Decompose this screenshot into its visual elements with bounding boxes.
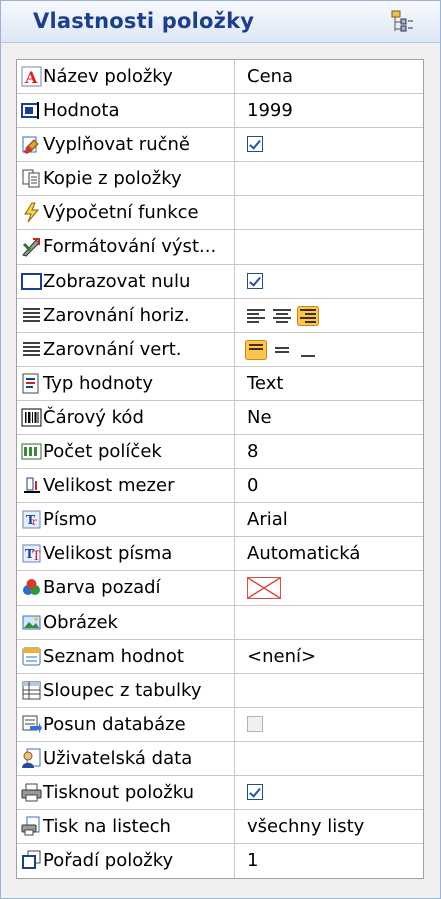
- property-row-pocet-policek[interactable]: Počet políček 8: [17, 435, 423, 470]
- value-text[interactable]: Automatická: [247, 543, 360, 564]
- checkbox[interactable]: [247, 783, 263, 800]
- function-lightning-icon: [24, 202, 40, 223]
- font-size-icon: TT: [22, 544, 41, 564]
- cells-count-icon: [21, 443, 42, 460]
- property-row-sloupec[interactable]: Sloupec z tabulky: [17, 673, 423, 708]
- property-row-formatovani[interactable]: Formátování výst...: [17, 230, 423, 265]
- no-color-swatch[interactable]: [247, 577, 281, 600]
- align-bottom-icon[interactable]: [297, 340, 319, 360]
- property-row-nula[interactable]: Zobrazovat nulu: [17, 264, 423, 299]
- align-justify-icon: [23, 307, 40, 322]
- printer-icon: [21, 783, 42, 802]
- text-a-icon: A: [21, 66, 42, 87]
- tree-view-icon[interactable]: [389, 9, 415, 35]
- font-icon: Tr: [22, 510, 41, 529]
- print-pages-icon: [21, 816, 40, 836]
- database-move-icon: [22, 715, 42, 733]
- property-row-tisk-na-listech[interactable]: Tisk na listech všechny listy: [17, 810, 423, 845]
- property-grid: A Název položky Cena Hodnota 1999 Vyplňov…: [16, 59, 424, 880]
- property-row-tisknout[interactable]: Tisknout položku: [17, 775, 423, 811]
- value-text[interactable]: 1999: [247, 100, 293, 121]
- color-palette-icon: [23, 579, 40, 596]
- property-row-poradi[interactable]: Pořadí položky 1: [17, 844, 423, 879]
- property-row-uzivatelska-data[interactable]: Uživatelská data: [17, 741, 423, 776]
- value-text[interactable]: 8: [247, 441, 258, 462]
- copy-document-icon: [22, 169, 40, 188]
- property-row-hodnota[interactable]: Hodnota 1999: [17, 94, 423, 129]
- align-top-icon[interactable]: [245, 339, 267, 360]
- property-row-kopie[interactable]: Kopie z položky: [17, 162, 423, 197]
- field-value-icon: [21, 102, 39, 120]
- property-row-typ[interactable]: Typ hodnoty Text: [17, 366, 423, 401]
- value-text[interactable]: Ne: [247, 407, 272, 428]
- align-middle-icon[interactable]: [271, 340, 293, 360]
- checkbox[interactable]: [247, 272, 263, 289]
- value-text[interactable]: Cena: [247, 66, 293, 87]
- property-row-obrazek[interactable]: Obrázek: [17, 605, 423, 640]
- align-center-icon[interactable]: [271, 306, 293, 326]
- properties-panel: Vlastnosti položky A Název položky Cena H…: [0, 0, 441, 899]
- spacing-icon: [24, 477, 40, 494]
- property-row-carovy-kod[interactable]: Čárový kód Ne: [17, 400, 423, 436]
- value-text[interactable]: Arial: [247, 509, 288, 530]
- property-row-vyplnovat[interactable]: Vyplňovat ručně: [17, 128, 423, 163]
- value-text[interactable]: 1: [247, 850, 258, 871]
- align-justify-icon: [23, 342, 40, 356]
- table-column-icon: [22, 681, 41, 700]
- property-row-barva-pozadi[interactable]: Barva pozadí: [17, 571, 423, 606]
- value-text[interactable]: 0: [247, 475, 258, 496]
- value-type-icon: [22, 373, 39, 394]
- barcode-icon: [21, 408, 42, 427]
- property-row-vypocetni[interactable]: Výpočetní funkce: [17, 196, 423, 231]
- property-row-zarovnani-vert[interactable]: Zarovnání vert.: [17, 332, 423, 367]
- user-data-icon: [22, 748, 41, 768]
- align-right-icon[interactable]: [297, 305, 319, 326]
- hand-edit-icon: [22, 136, 39, 155]
- property-row-pismo[interactable]: Tr Písmo Arial: [17, 503, 423, 538]
- value-text[interactable]: <není>: [247, 646, 316, 667]
- checkbox[interactable]: [247, 136, 263, 153]
- empty-frame-icon: [21, 272, 42, 290]
- property-row-seznam-hodnot[interactable]: Seznam hodnot <není>: [17, 639, 423, 674]
- property-row-velikost-pisma[interactable]: T T Velikost písma Automatická: [17, 537, 423, 572]
- align-left-icon[interactable]: [245, 306, 267, 326]
- svg-text:T: T: [32, 549, 41, 564]
- property-row-velikost-mezer[interactable]: Velikost mezer 0: [17, 469, 423, 504]
- image-icon: [22, 615, 41, 629]
- panel-title: Vlastnosti položky: [33, 9, 255, 33]
- order-stack-icon: [22, 850, 41, 870]
- property-row-nazev[interactable]: A Název položky Cena: [17, 60, 423, 95]
- format-tools-icon: [22, 238, 40, 258]
- checkbox[interactable]: [247, 715, 263, 732]
- value-text[interactable]: Text: [247, 373, 283, 394]
- property-row-zarovnani-horiz[interactable]: Zarovnání horiz.: [17, 298, 423, 333]
- svg-text:A: A: [24, 68, 38, 87]
- value-text[interactable]: všechny listy: [247, 816, 364, 837]
- svg-text:r: r: [32, 517, 37, 528]
- value-list-icon: [22, 647, 41, 666]
- panel-header: Vlastnosti položky: [1, 1, 440, 43]
- property-row-posun-databaze[interactable]: Posun databáze: [17, 707, 423, 742]
